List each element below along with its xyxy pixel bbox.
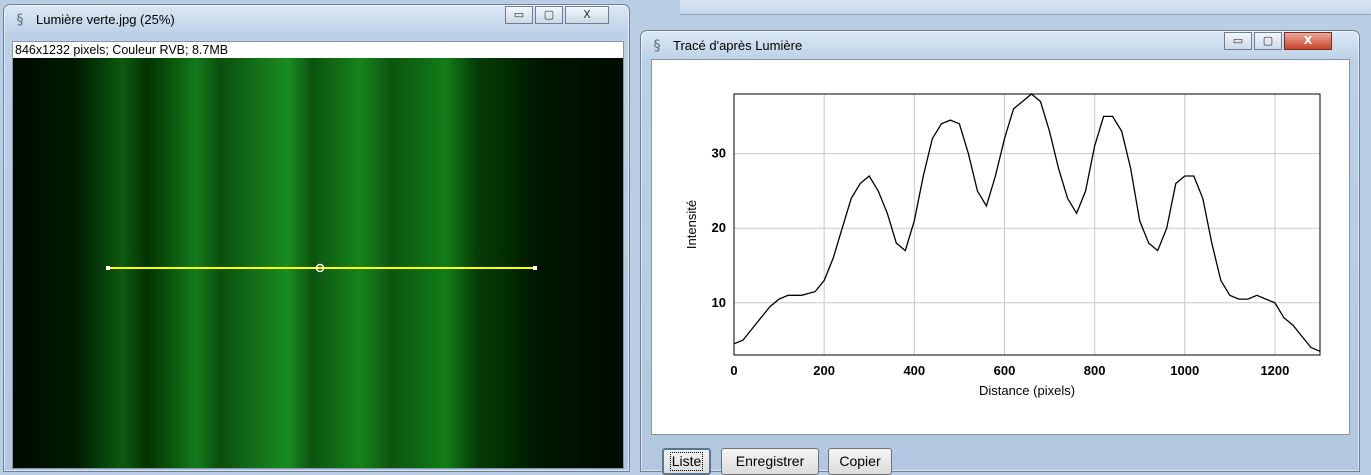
image-window-title: Lumière verte.jpg (25%): [36, 12, 175, 27]
image-window[interactable]: § Lumière verte.jpg (25%) ▭ ▢ X 846x1232…: [3, 4, 630, 472]
x-tick-label: 600: [994, 363, 1016, 378]
maximize-button[interactable]: ▢: [1254, 32, 1282, 50]
plot-panel: 0 200 400 600 800 1000 1200 10 20 30 Distance (pi…: [651, 59, 1350, 435]
close-button[interactable]: X: [565, 6, 609, 24]
y-axis-label: Intensité: [684, 200, 699, 249]
x-axis-label: Distance (pixels): [979, 383, 1075, 398]
minimize-button[interactable]: ▭: [505, 6, 533, 24]
x-tick-label: 400: [903, 363, 925, 378]
plot-area-frame: [733, 93, 1321, 356]
image-panel: 846x1232 pixels; Couleur RVB; 8.7MB: [12, 41, 624, 469]
plot-window-title: Tracé d'après Lumière: [673, 38, 803, 53]
chart-grid: [733, 94, 1320, 355]
x-tick-label: 0: [730, 363, 737, 378]
copy-button-label: Copier: [839, 453, 881, 469]
intensity-series-line: [733, 93, 1321, 352]
plot-window-titlebar[interactable]: § Tracé d'après Lumière ▭ ▢ X: [641, 31, 1359, 61]
list-button[interactable]: Liste: [662, 448, 711, 475]
plot-window[interactable]: § Tracé d'après Lumière ▭ ▢ X 0 200 400 600…: [640, 30, 1360, 475]
maximize-button[interactable]: ▢: [535, 6, 563, 24]
image-info-text: 846x1232 pixels; Couleur RVB; 8.7MB: [13, 42, 623, 58]
minimize-button[interactable]: ▭: [1224, 32, 1252, 50]
close-button[interactable]: X: [1284, 32, 1332, 50]
x-tick-label: 200: [813, 363, 835, 378]
x-tick-label: 800: [1084, 363, 1106, 378]
image-canvas[interactable]: [13, 58, 623, 468]
imagej-icon: §: [653, 38, 661, 54]
intensity-profile-chart: 0 200 400 600 800 1000 1200 10 20 30 Distance (pi…: [684, 93, 1321, 398]
save-button-label: Enregistrer: [735, 453, 805, 469]
profile-selection-line[interactable]: [13, 58, 623, 468]
y-tick-label: 10: [712, 295, 726, 310]
list-button-label: Liste: [669, 452, 704, 471]
imagej-icon: §: [16, 12, 24, 28]
selection-handle-start[interactable]: [106, 266, 110, 270]
x-tick-label: 1000: [1170, 363, 1199, 378]
chart-ticks: 0 200 400 600 800 1000 1200 10 20 30: [712, 146, 1290, 378]
background-window-strip: [680, 0, 1371, 15]
selection-handle-end[interactable]: [533, 266, 537, 270]
y-tick-label: 20: [712, 220, 726, 235]
copy-button[interactable]: Copier: [828, 448, 892, 475]
image-window-titlebar[interactable]: § Lumière verte.jpg (25%) ▭ ▢ X: [4, 5, 629, 35]
save-button[interactable]: Enregistrer: [721, 448, 819, 475]
y-tick-label: 30: [712, 146, 726, 161]
x-tick-label: 1200: [1260, 363, 1289, 378]
